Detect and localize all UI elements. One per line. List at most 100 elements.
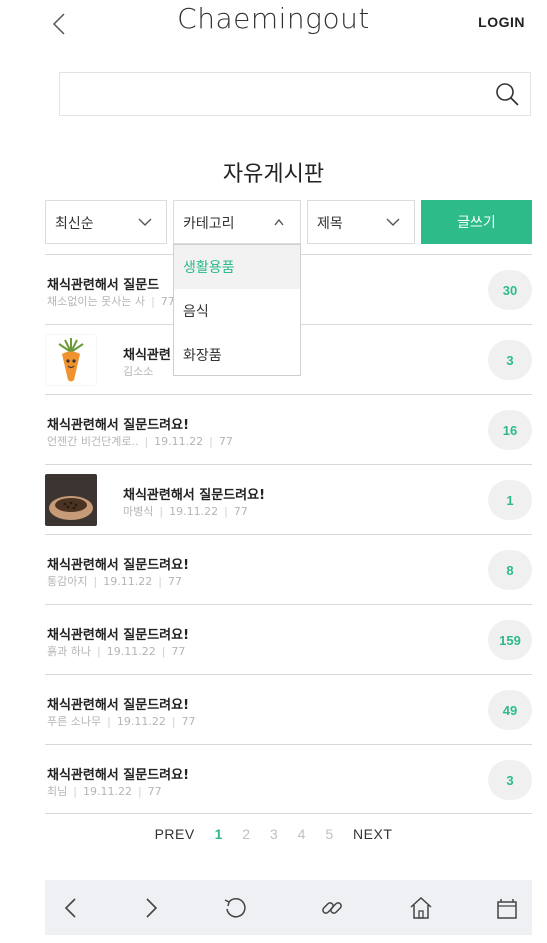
comment-count-badge: 49 (488, 690, 532, 730)
post-meta: 마병식 | 19.11.22 | 77 (123, 503, 248, 519)
post-thumbnail-seeds (45, 474, 97, 526)
post-author: 통감아지 (47, 575, 88, 588)
meta-separator: | (224, 505, 228, 518)
forward-arrow-icon (146, 898, 158, 918)
search-field-select[interactable]: 제목 (307, 200, 415, 244)
prev-page-link[interactable]: PREV (155, 826, 195, 842)
browser-home-button[interactable] (407, 894, 435, 922)
search-icon (496, 83, 519, 106)
post-author: 김소소 (123, 365, 154, 378)
page-title: 자유게시판 (222, 162, 325, 187)
category-dropdown: 생활용품 음식 화장품 (173, 244, 301, 376)
post-row[interactable]: 채식관련해서 질문드려요! 푸른 소나무 | 19.11.22 | 77 49 (45, 674, 532, 744)
meta-separator: | (151, 295, 155, 308)
app-header: Chaemingout LOGIN (0, 0, 547, 48)
post-meta: 흙과 하나 | 19.11.22 | 77 (47, 643, 185, 659)
post-row[interactable]: 채식관련해서 질문드려요! 최님 | 19.11.22 | 77 3 (45, 744, 532, 814)
category-option-cosmetics[interactable]: 화장품 (174, 333, 300, 377)
write-post-button[interactable]: 글쓰기 (421, 200, 532, 244)
post-author: 채소없이는 못사는 사 (47, 295, 146, 308)
category-select-label: 카테고리 (183, 216, 235, 232)
meta-separator: | (158, 575, 162, 588)
meta-separator: | (144, 435, 149, 448)
sort-select[interactable]: 최신순 (45, 200, 167, 244)
page-link-2[interactable]: 2 (242, 826, 250, 842)
page-link-4[interactable]: 4 (298, 826, 306, 842)
post-title: 채식관련해서 질문드려요! (47, 418, 190, 433)
category-option-living[interactable]: 생활용품 (174, 245, 300, 289)
home-icon (410, 896, 432, 919)
login-link[interactable]: LOGIN (478, 14, 525, 30)
post-title: 채식관련해서 질문드려요! (47, 768, 190, 783)
chevron-down-icon (138, 218, 152, 226)
page-link-5[interactable]: 5 (325, 826, 333, 842)
meta-separator: | (93, 575, 98, 588)
meta-separator: | (137, 785, 142, 798)
post-author: 푸른 소나무 (47, 715, 102, 728)
search-bar (59, 72, 531, 116)
chevron-up-icon (274, 218, 284, 226)
comment-count-badge: 3 (488, 760, 532, 800)
link-icon (322, 902, 342, 914)
meta-separator: | (159, 505, 164, 518)
post-date: 19.11.22 (82, 785, 132, 798)
browser-tabs-button[interactable] (493, 894, 521, 922)
post-date: 19.11.22 (106, 645, 156, 658)
post-meta: 김소소 (123, 363, 153, 379)
next-page-link[interactable]: NEXT (353, 826, 392, 842)
comment-count-badge: 159 (488, 620, 532, 660)
sort-select-label: 최신순 (55, 216, 94, 232)
post-views: 77 (181, 715, 196, 728)
post-title: 채식관련해서 질문드려요! (47, 698, 190, 713)
meta-separator: | (107, 715, 111, 728)
post-views: 77 (171, 645, 186, 658)
post-views: 77 (218, 435, 233, 448)
browser-link-button[interactable] (318, 894, 346, 922)
comment-count-badge: 8 (488, 550, 532, 590)
meta-separator: | (96, 645, 101, 658)
post-author: 마병식 (123, 505, 154, 518)
comment-count-badge: 30 (488, 270, 532, 310)
post-title: 채식관련해서 질문드려요! (47, 628, 190, 643)
post-title: 채식관련해서 질문드려요! (123, 488, 266, 503)
browser-refresh-button[interactable] (221, 894, 249, 922)
post-meta: 언젠간 비건단계로.. | 19.11.22 | 77 (47, 433, 233, 449)
category-select[interactable]: 카테고리 (173, 200, 301, 244)
search-input[interactable] (60, 73, 480, 115)
post-author: 최님 (47, 785, 68, 798)
search-field-select-label: 제목 (317, 216, 343, 232)
post-meta: 최님 | 19.11.22 | 77 (47, 783, 162, 799)
browser-forward-button[interactable] (137, 894, 165, 922)
post-date: 19.11.22 (154, 435, 204, 448)
post-meta: 채소없이는 못사는 사 | 77 (47, 293, 175, 309)
meta-separator: | (209, 435, 213, 448)
post-row[interactable]: 채식관련해서 질문드려요! 마병식 | 19.11.22 | 77 1 (45, 464, 532, 534)
post-date: 19.11.22 (169, 505, 219, 518)
post-title: 채식관련 (123, 348, 171, 363)
meta-separator: | (171, 715, 176, 728)
comment-count-badge: 16 (488, 410, 532, 450)
browser-bottom-bar (45, 880, 532, 935)
post-meta: 푸른 소나무 | 19.11.22 | 77 (47, 713, 196, 729)
post-views: 77 (167, 575, 182, 588)
comment-count-badge: 3 (488, 340, 532, 380)
browser-back-button[interactable] (57, 894, 85, 922)
post-views: 77 (147, 785, 162, 798)
page-link-1[interactable]: 1 (215, 826, 223, 842)
post-author: 언젠간 비건단계로.. (47, 435, 139, 448)
chevron-down-icon (386, 218, 400, 226)
post-row[interactable]: 채식관련해서 질문드려요! 언젠간 비건단계로.. | 19.11.22 | 77 16 (45, 394, 532, 464)
back-arrow-icon (64, 898, 76, 918)
post-views: 77 (233, 505, 248, 518)
post-meta: 통감아지 | 19.11.22 | 77 (47, 573, 182, 589)
refresh-icon (224, 898, 246, 918)
category-option-food[interactable]: 음식 (174, 289, 300, 333)
search-button[interactable] (492, 79, 524, 111)
brand-logo[interactable]: Chaemingout (0, 2, 547, 35)
post-date: 19.11.22 (103, 575, 153, 588)
meta-separator: | (161, 645, 166, 658)
post-row[interactable]: 채식관련해서 질문드려요! 흙과 하나 | 19.11.22 | 77 159 (45, 604, 532, 674)
post-row[interactable]: 채식관련해서 질문드려요! 통감아지 | 19.11.22 | 77 8 (45, 534, 532, 604)
page-link-3[interactable]: 3 (270, 826, 278, 842)
meta-separator: | (73, 785, 77, 798)
